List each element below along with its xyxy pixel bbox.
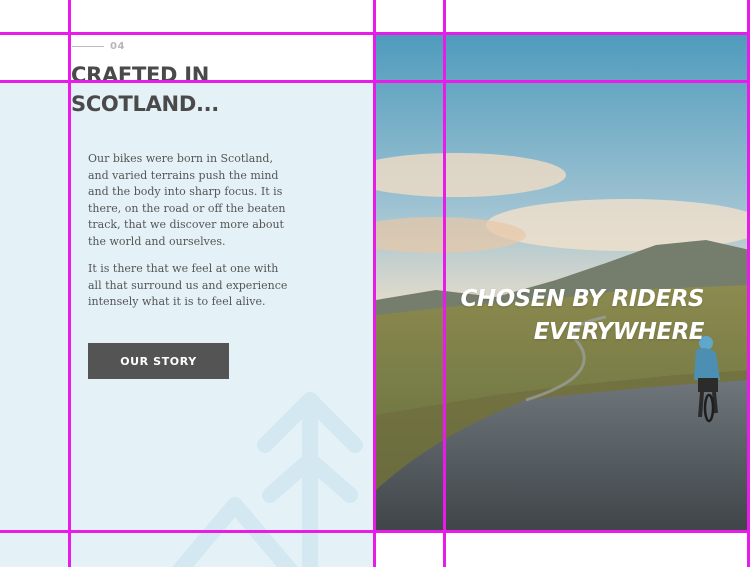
guide-line-horizontal (0, 80, 750, 83)
top-margin-right (376, 0, 750, 35)
hero-image-cyclist: CHOSEN BY RIDERS EVERYWHERE (376, 35, 750, 533)
section-number: 04 (72, 41, 125, 52)
tagline-line-1: CHOSEN BY RIDERS (460, 286, 705, 312)
brand-watermark-icon (172, 392, 363, 567)
section-number-label: 04 (110, 41, 125, 52)
heading-line-1: CRAFTED IN (71, 63, 209, 87)
section-heading: CRAFTED IN SCOTLAND... (71, 61, 371, 119)
story-paragraph-2: It is there that we feel at one with all… (88, 262, 288, 309)
guide-line-vertical (373, 0, 376, 567)
hero-tagline: CHOSEN BY RIDERS EVERYWHERE (461, 283, 705, 349)
guide-line-horizontal (0, 32, 750, 35)
tagline-line-2: EVERYWHERE (533, 319, 705, 345)
our-story-button[interactable]: OUR STORY (88, 343, 229, 379)
story-paragraph-1: Our bikes were born in Scotland, and var… (88, 152, 286, 248)
guide-line-horizontal (0, 530, 750, 533)
guide-line-vertical (68, 0, 71, 567)
bottom-margin-right (376, 533, 750, 567)
heading-line-2: SCOTLAND... (71, 92, 219, 116)
eyebrow-divider (72, 46, 104, 47)
guide-line-vertical (443, 0, 446, 567)
